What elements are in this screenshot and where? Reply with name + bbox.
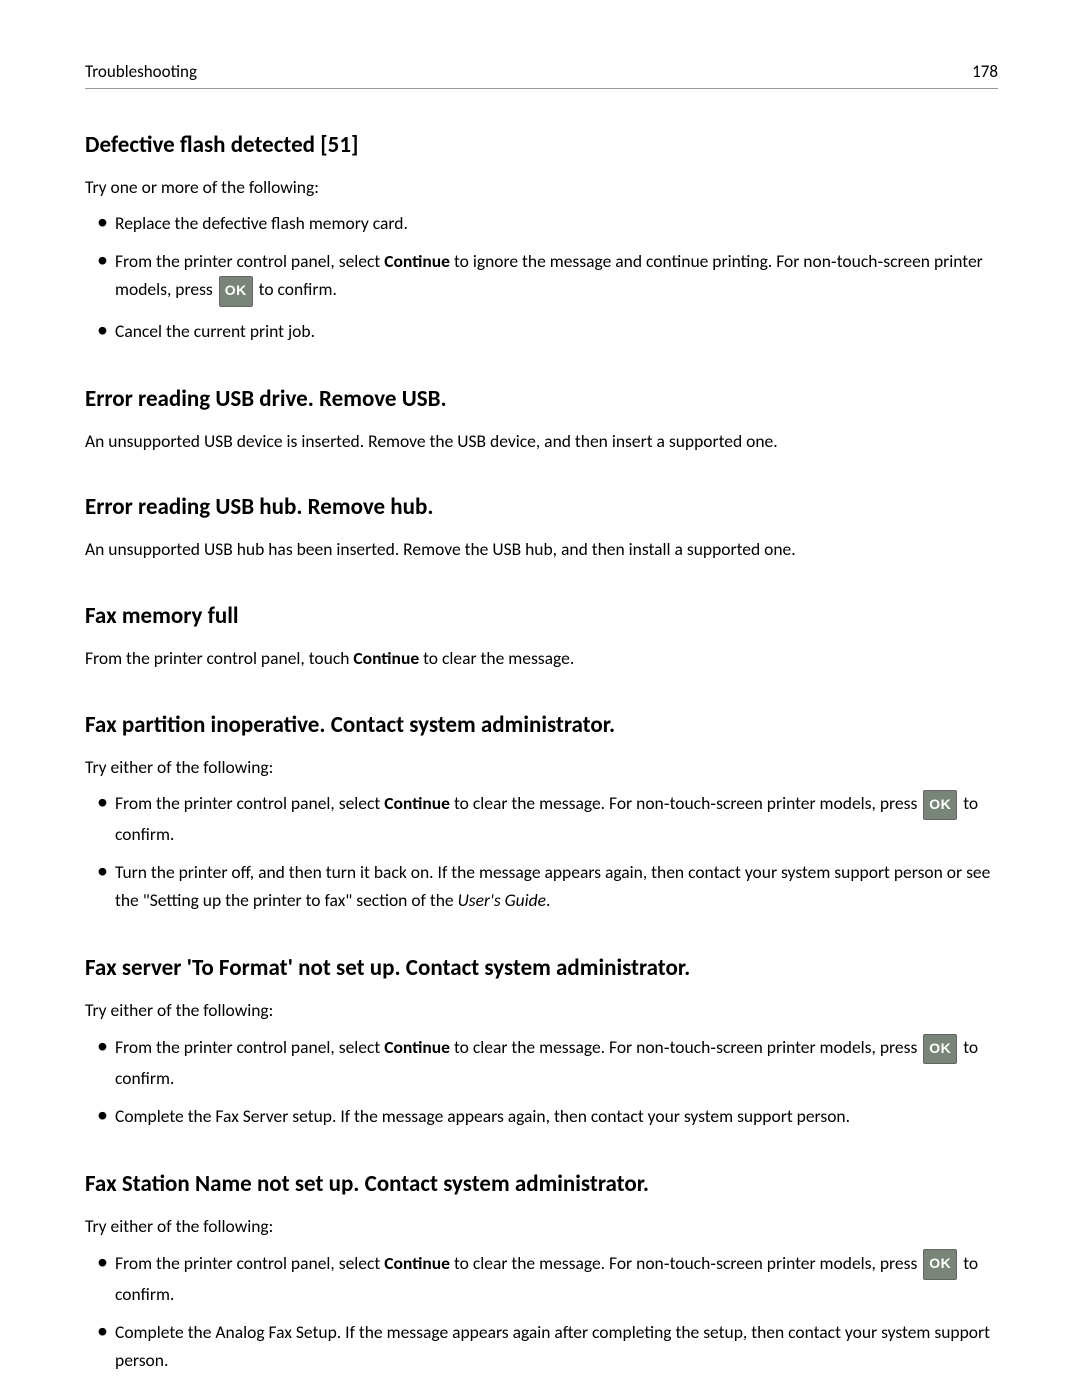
heading-error-usb-hub: Error reading USB hub. Remove hub. [85,491,998,523]
heading-defective-flash: Defective flash detected [51] [85,129,998,161]
text: From the printer control panel, select [115,1252,384,1274]
heading-fax-memory-full: Fax memory full [85,600,998,632]
list-item: From the printer control panel, select C… [115,789,998,848]
intro-text: Try either of the following: [85,998,998,1023]
ok-button-icon: OK [923,1034,957,1064]
bold-text: Continue [384,792,450,814]
text: to clear the message. For non‑touch‑scre… [450,1252,921,1274]
text: From the printer control panel, select [115,1036,384,1058]
page-number: 178 [972,60,998,84]
list-item: Cancel the current print job. [115,317,998,345]
list-item: Complete the Analog Fax Setup. If the me… [115,1318,998,1374]
bold-text: Continue [353,647,419,669]
heading-fax-server: Fax server 'To Format' not set up. Conta… [85,952,998,984]
ok-button-icon: OK [923,790,957,820]
list-item: Turn the printer off, and then turn it b… [115,858,998,914]
list-item: From the printer control panel, select C… [115,1249,998,1308]
text: to clear the message. For non‑touch‑scre… [450,792,921,814]
text: From the printer control panel, select [115,250,384,272]
body-text: An unsupported USB device is inserted. R… [85,429,998,454]
ok-button-icon: OK [923,1249,957,1279]
intro-text: Try one or more of the following: [85,175,998,200]
page-header: Troubleshooting 178 [85,60,998,89]
text: From the printer control panel, select [115,792,384,814]
bullet-list: Replace the defective flash memory card.… [85,209,998,344]
heading-fax-station: Fax Station Name not set up. Contact sys… [85,1168,998,1200]
text: to clear the message. For non‑touch‑scre… [450,1036,921,1058]
bullet-list: From the printer control panel, select C… [85,1033,998,1130]
heading-fax-partition: Fax partition inoperative. Contact syste… [85,709,998,741]
ok-button-icon: OK [219,276,253,306]
list-item: Complete the Fax Server setup. If the me… [115,1102,998,1130]
bullet-list: From the printer control panel, select C… [85,789,998,914]
text: . [546,889,550,911]
list-item: From the printer control panel, select C… [115,1033,998,1092]
text: to confirm. [255,278,337,300]
text: Turn the printer off, and then turn it b… [115,861,990,911]
text: From the printer control panel, touch [85,647,353,669]
list-item: From the printer control panel, select C… [115,247,998,306]
intro-text: Try either of the following: [85,1214,998,1239]
intro-text: Try either of the following: [85,755,998,780]
bold-text: Continue [384,1252,450,1274]
bold-text: Continue [384,250,450,272]
italic-text: User's Guide [458,889,546,911]
bold-text: Continue [384,1036,450,1058]
list-item: Replace the defective flash memory card. [115,209,998,237]
bullet-list: From the printer control panel, select C… [85,1249,998,1374]
body-text: From the printer control panel, touch Co… [85,646,998,671]
heading-error-usb-drive: Error reading USB drive. Remove USB. [85,383,998,415]
section-name: Troubleshooting [85,60,197,84]
body-text: An unsupported USB hub has been inserted… [85,537,998,562]
text: to clear the message. [419,647,574,669]
